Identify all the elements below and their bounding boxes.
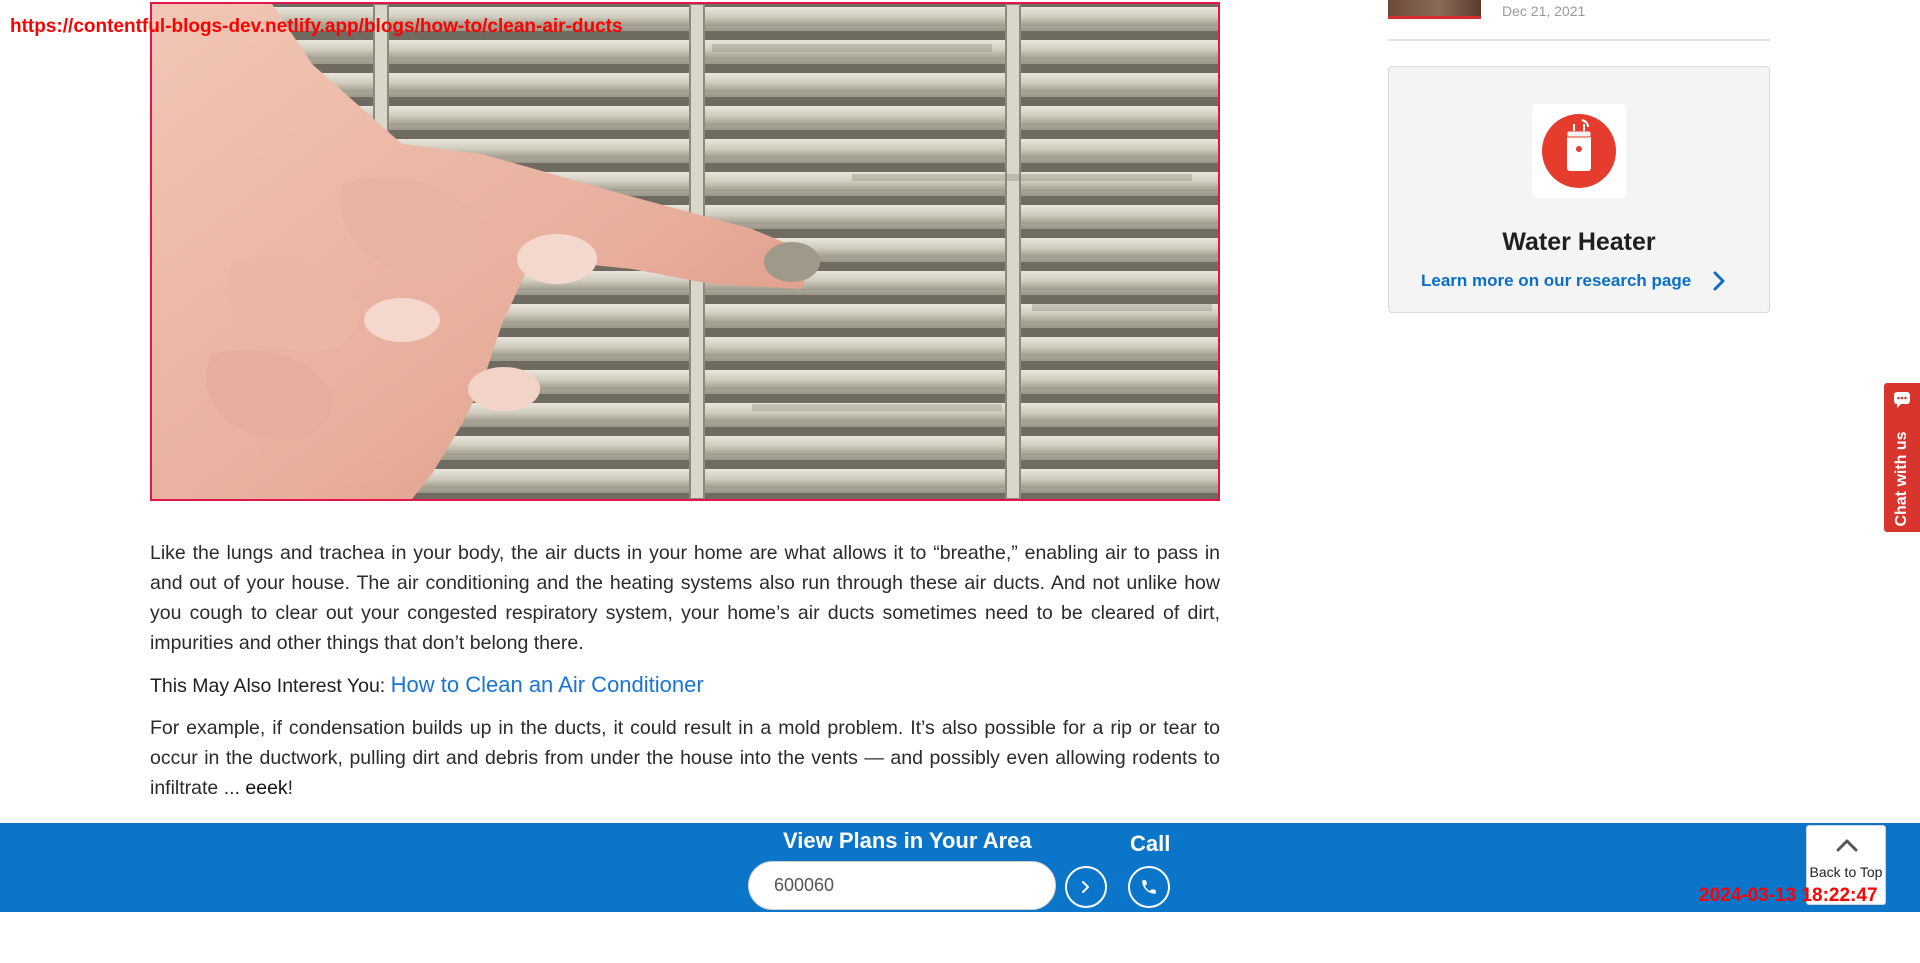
research-link-label: Learn more on our research page <box>1421 271 1692 290</box>
research-card: Water Heater Learn more on our research … <box>1388 66 1770 313</box>
view-plans-title: View Plans in Your Area <box>783 828 1032 853</box>
call-button[interactable] <box>1128 866 1170 908</box>
back-to-top-label: Back to Top <box>1809 864 1883 880</box>
paragraph-end: ! <box>287 777 294 799</box>
chevron-right-icon <box>1082 881 1089 893</box>
sidebar-divider <box>1388 39 1770 41</box>
related-article-prefix: This May Also Interest You: <box>150 675 386 697</box>
card-icon-container <box>1532 104 1626 198</box>
dusty-vent-photo <box>152 4 1218 499</box>
url-overlay: https://contentful-blogs-dev.netlify.app… <box>10 16 623 37</box>
article-paragraph: For example, if condensation builds up i… <box>150 713 1220 803</box>
paragraph-emphasis: eeek <box>245 777 288 799</box>
chat-label: Chat with us <box>1893 431 1910 527</box>
article-paragraph: Like the lungs and trachea in your body,… <box>150 542 1220 654</box>
chevron-up-icon <box>1836 839 1858 852</box>
paragraph-text: For example, if condensation builds up i… <box>150 717 1220 799</box>
phone-icon <box>1142 880 1156 894</box>
article-body: Like the lungs and trachea in your body,… <box>150 538 1220 803</box>
related-article-link[interactable]: How to Clean an Air Conditioner <box>391 672 704 697</box>
chat-with-us-tab[interactable]: Chat with us <box>1884 383 1920 532</box>
related-post-date: Dec 21, 2021 <box>1502 3 1586 19</box>
related-article-callout: This May Also Interest You: How to Clean… <box>150 670 1220 701</box>
water-heater-icon <box>1542 114 1616 188</box>
call-label: Call <box>1130 831 1171 856</box>
view-plans-go-button[interactable] <box>1065 866 1107 908</box>
article-hero-image <box>150 2 1220 501</box>
research-page-link[interactable]: Learn more on our research page <box>1421 271 1725 291</box>
timestamp-overlay: 2024-03-13 18:22:47 <box>1699 885 1878 906</box>
related-post-thumbnail[interactable] <box>1388 0 1481 19</box>
card-title: Water Heater <box>1502 228 1656 256</box>
chevron-right-icon <box>1713 271 1725 291</box>
zip-code-input[interactable] <box>748 861 1056 910</box>
chat-bubble-icon <box>1894 392 1910 408</box>
view-plans-bar: View Plans in Your Area Call <box>0 823 1920 912</box>
